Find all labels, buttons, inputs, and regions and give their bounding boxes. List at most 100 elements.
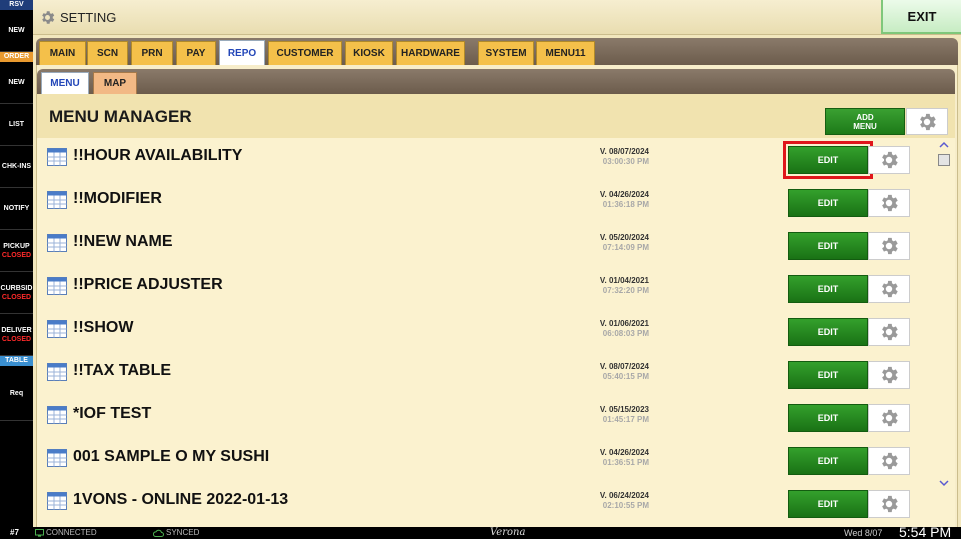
menu-name: !!NEW NAME [73,233,173,250]
scroll-thumb[interactable] [938,154,950,166]
sidebar-item-label: NEW [8,79,25,86]
sidebar-item-list[interactable]: LIST [0,104,33,146]
sidebar-item-label: CURBSID [0,284,33,292]
menu-settings-button[interactable] [868,232,910,260]
sidebar-item-chk-ins[interactable]: CHK-INS [0,146,33,188]
title-bar: SETTING EXIT [33,0,961,35]
edit-button[interactable]: EDIT [788,404,868,432]
gear-icon [882,366,898,384]
gear-icon [920,113,936,130]
gear-icon [882,323,898,341]
edit-button[interactable]: EDIT [783,141,873,179]
edit-button[interactable]: EDIT [788,275,868,303]
menu-name: 001 SAMPLE O MY SUSHI [73,448,270,465]
menu-version: V. 05/20/2024 [599,233,649,242]
gear-icon [882,409,898,427]
add-menu-label-line1: ADD [856,112,874,122]
sidebar-item-req[interactable]: Req [0,366,33,421]
tab-prn[interactable]: PRN [131,41,173,65]
menu-version-time: 02:10:55 PM [602,501,649,510]
tab-kiosk[interactable]: KIOSK [345,41,393,65]
list-item: !!SHOW V. 01/06/2021 06:08:03 PM EDIT [37,310,937,353]
add-menu-label-line2: MENU [853,121,877,131]
menu-version-time: 07:14:09 PM [602,243,649,252]
menu-version: V. 01/06/2021 [599,319,649,328]
menu-version-time: 07:32:20 PM [602,286,649,295]
menu-name: !!PRICE ADJUSTER [73,276,223,293]
menu-version: V. 08/07/2024 [599,147,649,156]
settings-tab-bar: MAIN SCN PRN PAY REPO CUSTOMER KIOSK HARDWARE SY… [36,38,958,66]
sidebar-item-new[interactable]: NEW [0,10,33,52]
menu-version: V. 04/26/2024 [599,190,649,199]
edit-button[interactable]: EDIT [788,318,868,346]
menu-settings-button[interactable] [868,318,910,346]
sidebar-item-notify[interactable]: NOTIFY [0,188,33,230]
app-root: RSV NEW ORDER NEW LIST CHK-INS NOTIFY PICKUP CLO… [0,0,961,539]
repo-subtab-bar: MENU MAP [37,69,955,94]
edit-button[interactable]: EDIT [788,232,868,260]
menu-version: V. 05/15/2023 [599,405,649,414]
menu-version-time: 01:36:18 PM [602,200,649,209]
tab-hardware[interactable]: HARDWARE [396,41,465,65]
menu-name: !!HOUR AVAILABILITY [73,147,243,164]
tab-customer[interactable]: CUSTOMER [268,41,342,65]
tab-menu11[interactable]: MENU11 [536,41,595,65]
sidebar-item-status: CLOSED [1,293,32,301]
menu-settings-button[interactable] [868,404,910,432]
sidebar-item-curbsid[interactable]: CURBSID CLOSED [0,272,33,314]
menu-version: V. 01/04/2021 [599,276,649,285]
list-item: !!PRICE ADJUSTER V. 01/04/2021 07:32:20 PM… [37,267,937,310]
chevron-down-icon[interactable] [939,478,949,488]
menu-list-scrollbar[interactable] [937,138,951,527]
subtab-map[interactable]: MAP [93,72,137,94]
edit-button[interactable]: EDIT [788,490,868,518]
subtab-menu[interactable]: MENU [41,72,89,94]
sidebar-item-label: NOTIFY [3,205,30,212]
menu-version-time: 03:00:30 PM [602,157,649,166]
monitor-icon [35,529,44,537]
menu-settings-button[interactable] [868,490,910,518]
menu-version-time: 01:45:17 PM [602,415,649,424]
tab-repo[interactable]: REPO [219,40,265,66]
add-menu-settings-button[interactable] [906,108,948,135]
gear-icon [882,280,898,298]
menu-settings-button[interactable] [868,275,910,303]
edit-button[interactable]: EDIT [788,189,868,217]
table-icon [47,492,67,510]
tab-main[interactable]: MAIN [39,41,86,65]
tab-scn[interactable]: SCN [87,41,128,65]
menu-settings-button[interactable] [868,447,910,475]
repo-panel: MENU MAP MENU MANAGER ADD MENU !!HOUR AVAI… [36,65,958,527]
table-icon [47,406,67,424]
sidebar-item-new[interactable]: NEW [0,62,33,104]
sidebar-item-deliver[interactable]: DELIVER CLOSED [0,314,33,356]
add-menu-button[interactable]: ADD MENU [825,108,905,135]
menu-settings-button[interactable] [868,361,910,389]
sidebar-section-rsv: RSV [0,0,33,10]
exit-button[interactable]: EXIT [881,0,961,34]
menu-version-time: 05:40:15 PM [602,372,649,381]
tab-system[interactable]: SYSTEM [478,41,534,65]
sidebar-item-label: CHK-INS [1,163,32,170]
add-menu-label: ADD MENU [853,113,877,131]
gear-icon [42,11,55,24]
menu-settings-button[interactable] [868,146,910,174]
menu-manager-header: MENU MANAGER ADD MENU [37,94,955,138]
menu-list: !!HOUR AVAILABILITY V. 08/07/2024 03:00:30… [37,138,937,527]
gear-icon [882,194,898,212]
table-icon [47,191,67,209]
sidebar-item-label: NEW [8,27,25,34]
menu-name: !!SHOW [73,319,134,336]
edit-button[interactable]: EDIT [788,361,868,389]
edit-button[interactable]: EDIT [788,447,868,475]
sidebar-item-pickup[interactable]: PICKUP CLOSED [0,230,33,272]
tab-pay[interactable]: PAY [176,41,216,65]
connection-status: CONNECTED [46,528,97,537]
menu-settings-button[interactable] [868,189,910,217]
cloud-icon [153,529,164,537]
list-item: !!NEW NAME V. 05/20/2024 07:14:09 PM EDIT [37,224,937,267]
chevron-up-icon[interactable] [939,140,949,150]
sidebar-section-order: ORDER [0,52,33,62]
status-bar: #7 CONNECTED SYNCED Verona Wed 8/07 5:54… [0,524,961,539]
sidebar-item-label: DELIVER [1,326,32,334]
